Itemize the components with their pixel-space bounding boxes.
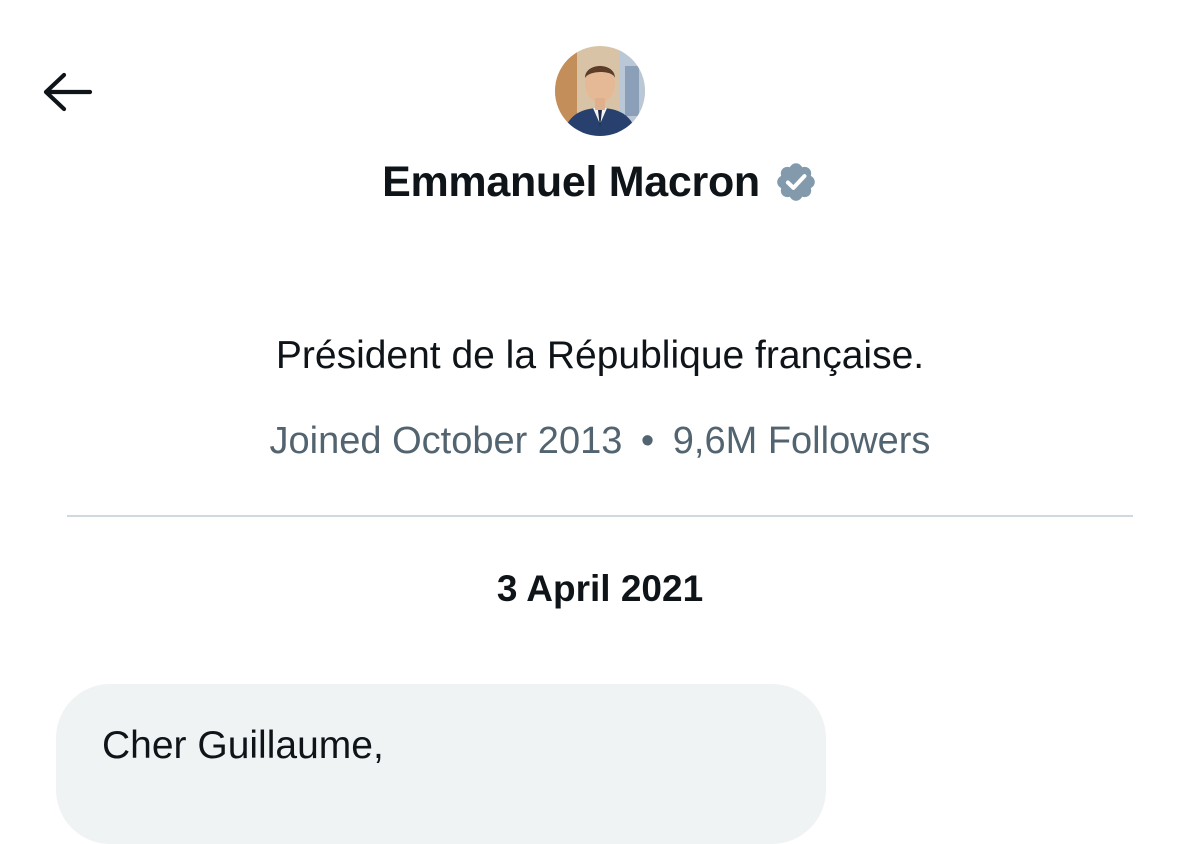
profile-meta: Joined October 2013 • 9,6M Followers: [0, 420, 1200, 463]
verified-badge-icon: [774, 160, 818, 204]
message-bubble[interactable]: Cher Guillaume,: [56, 684, 826, 844]
followers-count[interactable]: 9,6M Followers: [673, 420, 931, 462]
joined-date: Joined October 2013: [269, 420, 623, 462]
message-text: Cher Guillaume,: [102, 724, 384, 767]
profile-name-row: Emmanuel Macron: [0, 152, 1200, 212]
back-button[interactable]: [36, 62, 100, 122]
display-name[interactable]: Emmanuel Macron: [382, 158, 760, 207]
profile-avatar[interactable]: [555, 46, 645, 136]
profile-bio: Président de la République française.: [275, 334, 925, 377]
arrow-left-icon: [43, 72, 93, 112]
meta-separator: •: [640, 420, 655, 462]
divider: [67, 515, 1133, 517]
avatar-image: [555, 46, 645, 136]
conversation-date: 3 April 2021: [496, 568, 704, 609]
